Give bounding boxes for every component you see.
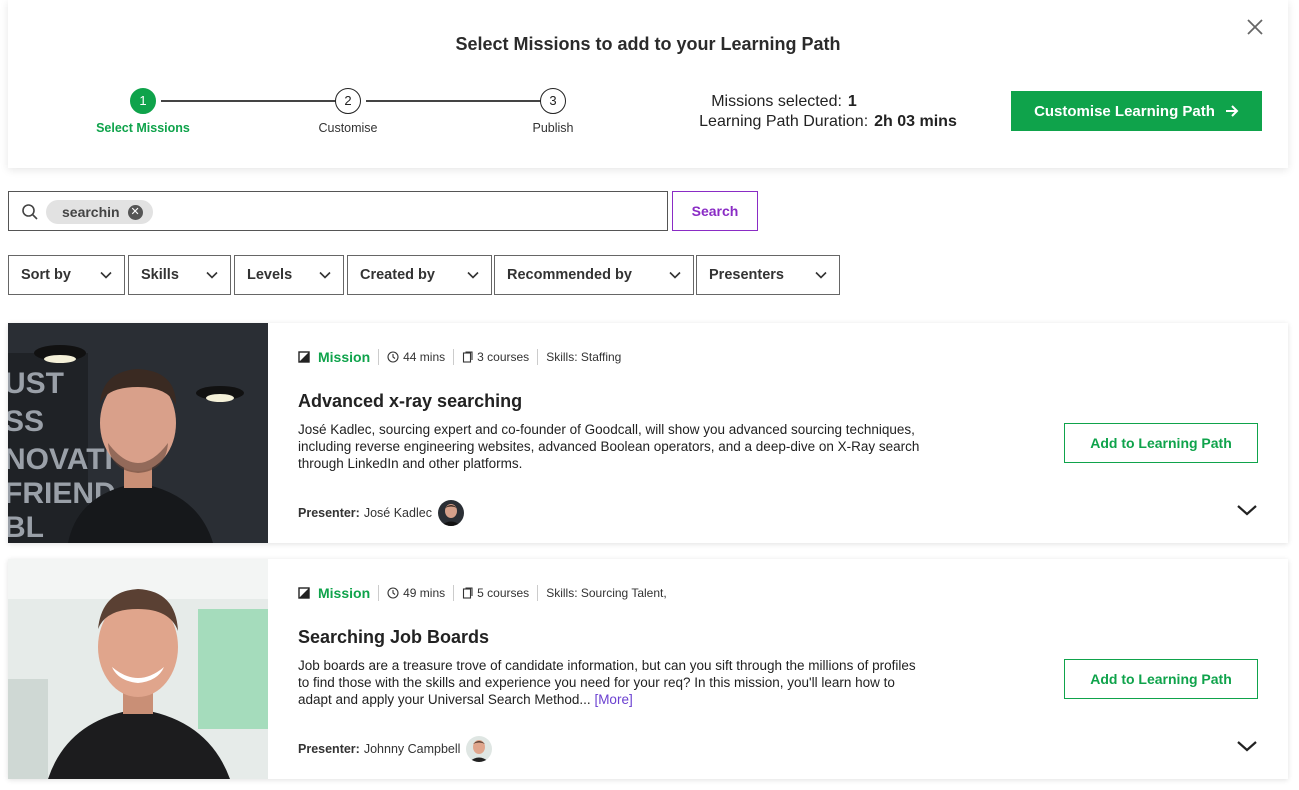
step-publish: 3 Publish [498, 88, 608, 135]
mission-description: José Kadlec, sourcing expert and co-foun… [298, 421, 923, 472]
step-label: Select Missions [96, 121, 190, 135]
duration-value: 2h 03 mins [874, 113, 957, 130]
step-number: 2 [335, 88, 361, 114]
courses-icon [463, 587, 473, 599]
remove-chip-icon[interactable]: ✕ [127, 204, 143, 220]
step-number: 1 [130, 88, 156, 114]
presenter-name: Johnny Campbell [363, 742, 461, 756]
chip-label: searchin [62, 204, 120, 220]
selection-summary: Missions selected: 1 Learning Path Durat… [668, 92, 988, 132]
mission-type: Mission [318, 585, 371, 601]
step-select-missions: 1 Select Missions [88, 88, 198, 135]
clock-icon [387, 587, 399, 599]
mission-type: Mission [318, 349, 371, 365]
chevron-down-icon [100, 271, 112, 279]
search-button[interactable]: Search [672, 191, 758, 231]
clock-icon [387, 351, 399, 363]
customise-button-label: Customise Learning Path [1034, 102, 1215, 120]
mission-meta: Mission 44 mins 3 courses Skills: Staffi… [298, 349, 621, 365]
mission-icon [298, 351, 310, 363]
search-term-chip: searchin ✕ [46, 200, 153, 224]
presenter-label: Presenter: [298, 506, 360, 520]
filter-label: Sort by [21, 267, 71, 283]
chevron-down-icon [206, 271, 218, 279]
presenter-label: Presenter: [298, 742, 360, 756]
svg-text:SS: SS [8, 405, 44, 438]
courses-icon [463, 351, 473, 363]
chevron-down-icon [669, 271, 681, 279]
mission-description: Job boards are a treasure trove of candi… [298, 657, 923, 708]
avatar [437, 500, 464, 526]
svg-text:UST: UST [8, 367, 64, 400]
filter-label: Levels [247, 267, 293, 283]
chevron-down-icon [319, 271, 331, 279]
chevron-down-icon[interactable] [1236, 503, 1258, 517]
avatar [466, 736, 493, 762]
arrow-right-icon [1225, 105, 1239, 117]
filter-label: Recommended by [507, 267, 632, 283]
mission-meta: Mission 49 mins 5 courses Skills: Sourci… [298, 585, 667, 601]
step-number: 3 [540, 88, 566, 114]
chevron-down-icon [815, 271, 827, 279]
presenter-info: Presenter: Johnny Campbell [298, 736, 493, 762]
duration-label: Learning Path Duration: [699, 113, 869, 130]
search-input[interactable]: searchin ✕ [8, 191, 668, 231]
page-title: Select Missions to add to your Learning … [455, 34, 841, 54]
mission-card: UST SS NOVATI FRIEND BL Mission 44 mins … [8, 323, 1288, 543]
filter-created-by[interactable]: Created by [347, 255, 492, 295]
presenter-info: Presenter: José Kadlec [298, 500, 464, 526]
mission-title[interactable]: Searching Job Boards [298, 627, 489, 648]
mission-courses: 3 courses [477, 350, 530, 364]
mission-thumbnail[interactable] [8, 559, 268, 779]
svg-text:BL: BL [8, 511, 44, 543]
mission-skills: Skills: Staffing [546, 350, 622, 364]
filter-presenters[interactable]: Presenters [696, 255, 840, 295]
mission-thumbnail[interactable]: UST SS NOVATI FRIEND BL [8, 323, 268, 543]
chevron-down-icon [467, 271, 479, 279]
stepper: 1 Select Missions 2 Customise 3 Publish [88, 88, 588, 138]
missions-selected-label: Missions selected: [711, 93, 842, 110]
description-text: José Kadlec, sourcing expert and co-foun… [298, 422, 920, 471]
filter-label: Presenters [709, 267, 784, 283]
search-icon [22, 204, 38, 220]
add-to-learning-path-button[interactable]: Add to Learning Path [1064, 659, 1258, 699]
mission-duration: 49 mins [403, 586, 446, 600]
filter-label: Skills [141, 267, 179, 283]
mission-card: Mission 49 mins 5 courses Skills: Sourci… [8, 559, 1288, 779]
missions-selected-value: 1 [847, 93, 857, 110]
mission-icon [298, 587, 310, 599]
step-label: Customise [318, 121, 378, 135]
mission-courses: 5 courses [477, 586, 530, 600]
add-to-learning-path-button[interactable]: Add to Learning Path [1064, 423, 1258, 463]
filter-recommended-by[interactable]: Recommended by [494, 255, 694, 295]
close-icon[interactable] [1246, 18, 1264, 36]
filter-skills[interactable]: Skills [128, 255, 231, 295]
mission-duration: 44 mins [403, 350, 446, 364]
mission-skills: Skills: Sourcing Talent, [546, 586, 667, 600]
mission-title[interactable]: Advanced x-ray searching [298, 391, 522, 412]
chevron-down-icon[interactable] [1236, 739, 1258, 753]
header-panel: Select Missions to add to your Learning … [8, 0, 1288, 168]
step-customise: 2 Customise [293, 88, 403, 135]
filter-sort-by[interactable]: Sort by [8, 255, 125, 295]
customise-learning-path-button[interactable]: Customise Learning Path [1011, 91, 1262, 131]
filter-label: Created by [360, 267, 435, 283]
step-label: Publish [532, 121, 574, 135]
presenter-name: José Kadlec [363, 506, 432, 520]
more-link[interactable]: [More] [594, 692, 632, 707]
filter-levels[interactable]: Levels [234, 255, 344, 295]
svg-text:NOVATI: NOVATI [8, 443, 113, 476]
